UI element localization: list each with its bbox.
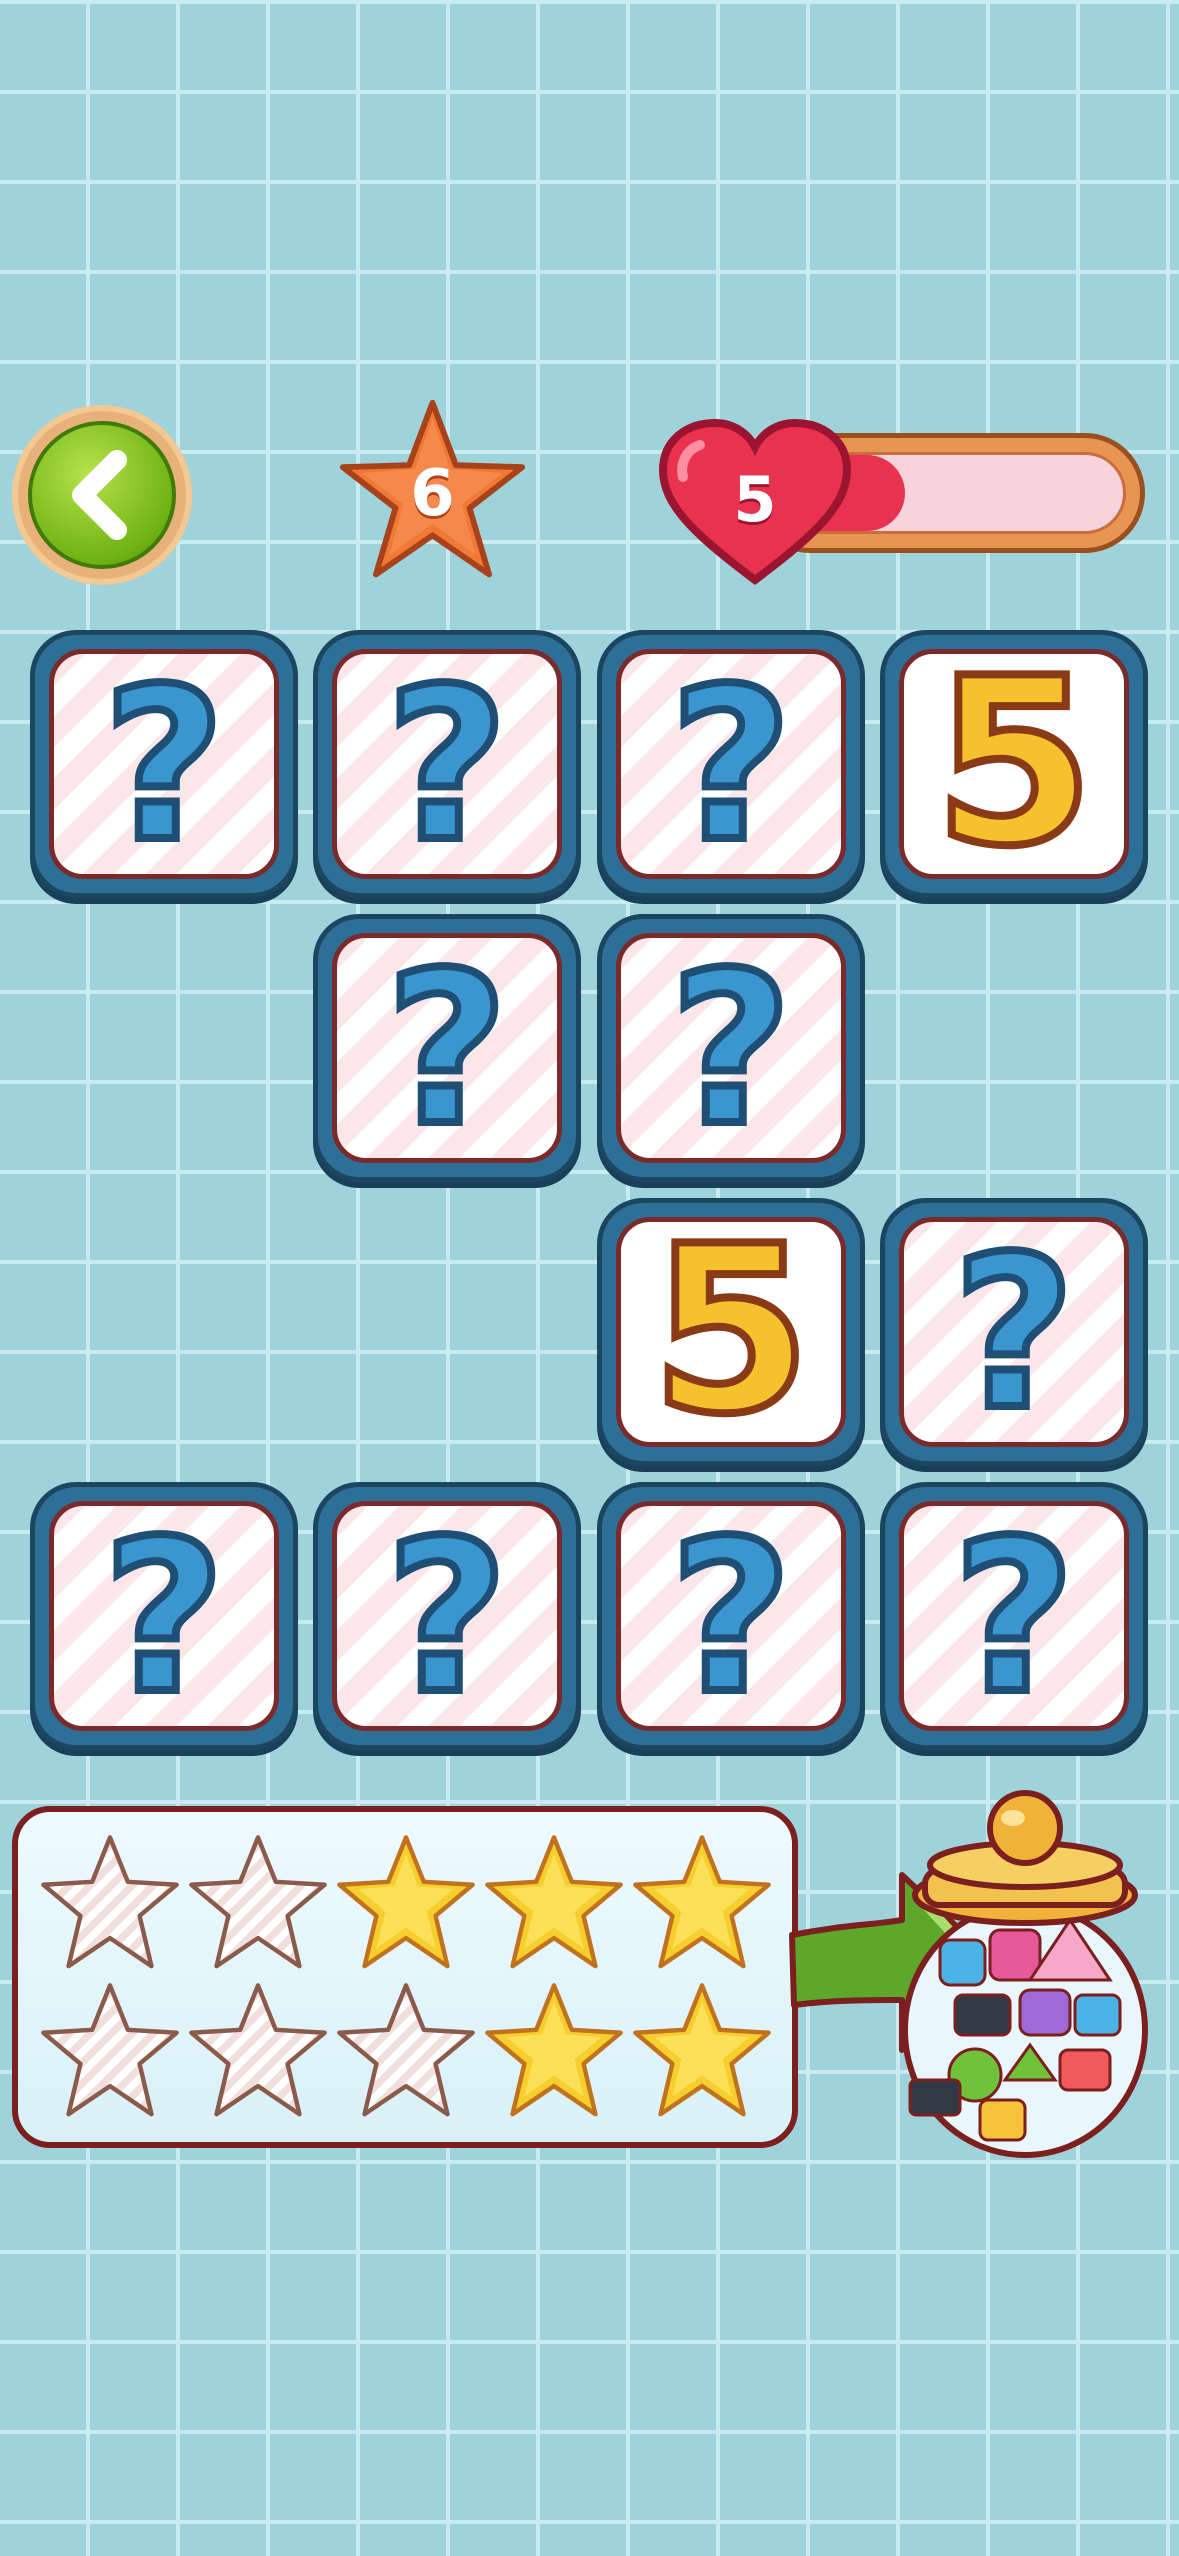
- card-face: ?: [616, 1501, 846, 1731]
- card-face: ?: [332, 1501, 562, 1731]
- card-face: ?: [616, 649, 846, 879]
- card-face: 5: [616, 1217, 846, 1447]
- star-filled-icon: [332, 1830, 480, 1978]
- question-mark-icon: ?: [949, 1217, 1079, 1447]
- card-face: ?: [49, 1501, 279, 1731]
- question-mark-icon: ?: [666, 649, 796, 879]
- star-empty-icon: [36, 1830, 184, 1978]
- candy-jar-icon: [902, 1790, 1148, 2158]
- chevron-left-icon: [28, 421, 176, 569]
- card-revealed[interactable]: 5: [880, 630, 1148, 898]
- level-star-badge: 6: [335, 395, 530, 590]
- star-empty-icon: [184, 1830, 332, 1978]
- card-revealed[interactable]: 5: [597, 1198, 865, 1466]
- card-hidden[interactable]: ?: [313, 630, 581, 898]
- star-empty-icon: [36, 1978, 184, 2126]
- question-mark-icon: ?: [949, 1501, 1079, 1731]
- card-hidden[interactable]: ?: [30, 1482, 298, 1750]
- card-hidden[interactable]: ?: [313, 1482, 581, 1750]
- question-mark-icon: ?: [99, 1501, 229, 1731]
- star-filled-icon: [628, 1978, 776, 2126]
- card-face: ?: [899, 1217, 1129, 1447]
- star-filled-icon: [628, 1830, 776, 1978]
- card-face: 5: [899, 649, 1129, 879]
- card-hidden[interactable]: ?: [313, 914, 581, 1182]
- card-face: ?: [332, 933, 562, 1163]
- card-face: ?: [616, 933, 846, 1163]
- card-hidden[interactable]: ?: [597, 1482, 865, 1750]
- star-filled-icon: [480, 1830, 628, 1978]
- card-hidden[interactable]: ?: [880, 1198, 1148, 1466]
- question-mark-icon: ?: [666, 933, 796, 1163]
- card-number: 5: [930, 649, 1098, 879]
- question-mark-icon: ?: [99, 649, 229, 879]
- card-face: ?: [899, 1501, 1129, 1731]
- card-number: 5: [647, 1217, 815, 1447]
- star-progress-panel: [12, 1806, 798, 2148]
- question-mark-icon: ?: [666, 1501, 796, 1731]
- card-hidden[interactable]: ?: [30, 630, 298, 898]
- card-hidden[interactable]: ?: [880, 1482, 1148, 1750]
- star-empty-icon: [184, 1978, 332, 2126]
- question-mark-icon: ?: [382, 649, 512, 879]
- question-mark-icon: ?: [382, 933, 512, 1163]
- star-filled-icon: [480, 1978, 628, 2126]
- lives-value: 5: [733, 463, 777, 536]
- card-face: ?: [49, 649, 279, 879]
- card-face: ?: [332, 649, 562, 879]
- back-button[interactable]: [12, 405, 192, 585]
- question-mark-icon: ?: [382, 1501, 512, 1731]
- lives-meter: 5: [655, 415, 1155, 586]
- card-hidden[interactable]: ?: [597, 914, 865, 1182]
- level-star-value: 6: [410, 457, 455, 531]
- card-hidden[interactable]: ?: [597, 630, 865, 898]
- star-empty-icon: [332, 1978, 480, 2126]
- heart-icon: 5: [655, 415, 855, 595]
